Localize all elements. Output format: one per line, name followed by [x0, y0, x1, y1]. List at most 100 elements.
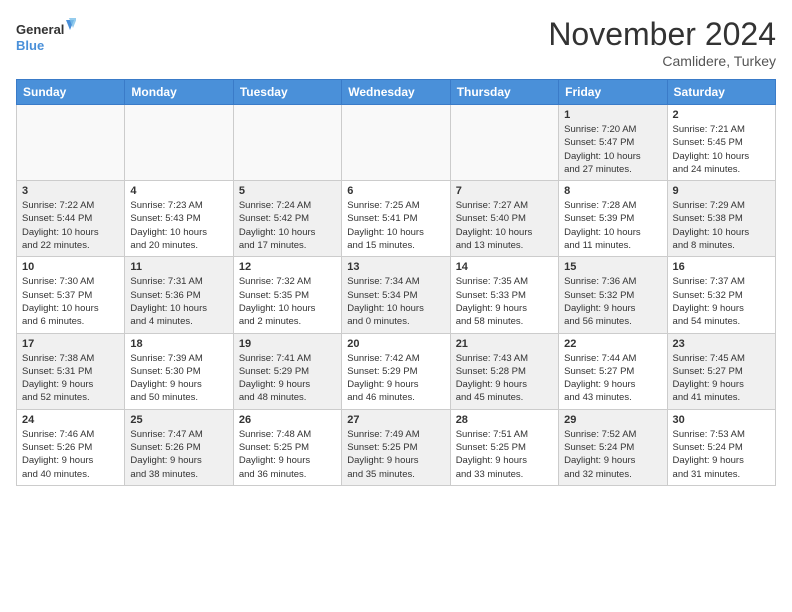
logo: General Blue: [16, 16, 76, 60]
calendar-cell: [342, 105, 450, 181]
calendar-cell: 28Sunrise: 7:51 AM Sunset: 5:25 PM Dayli…: [450, 409, 558, 485]
day-info: Sunrise: 7:24 AM Sunset: 5:42 PM Dayligh…: [239, 199, 336, 252]
calendar-cell: 25 Sunrise: 7:47 AM Sunset: 5:26 PM Dayli…: [125, 409, 233, 485]
dow-header: Friday: [559, 80, 667, 105]
calendar-cell: 29 Sunrise: 7:52 AM Sunset: 5:24 PM Dayli…: [559, 409, 667, 485]
day-info: Sunrise: 7:46 AM Sunset: 5:26 PM Dayligh…: [22, 428, 119, 481]
calendar-cell: 3 Sunrise: 7:22 AM Sunset: 5:44 PM Daylig…: [17, 181, 125, 257]
calendar-cell: 11Sunrise: 7:31 AM Sunset: 5:36 PM Dayli…: [125, 257, 233, 333]
month-title: November 2024: [548, 16, 776, 53]
day-number: 5: [239, 185, 336, 197]
calendar-cell: 19 Sunrise: 7:41 AM Sunset: 5:29 PM Dayli…: [233, 333, 341, 409]
day-info: Sunrise: 7:20 AM Sunset: 5:47 PM Dayligh…: [564, 123, 661, 176]
day-number: 20: [347, 338, 444, 350]
calendar-cell: 21Sunrise: 7:43 AM Sunset: 5:28 PM Dayli…: [450, 333, 558, 409]
calendar-cell: 14 Sunrise: 7:35 AM Sunset: 5:33 PM Dayli…: [450, 257, 558, 333]
dow-header: Monday: [125, 80, 233, 105]
calendar-cell: 15 Sunrise: 7:36 AM Sunset: 5:32 PM Dayli…: [559, 257, 667, 333]
day-info: Sunrise: 7:39 AM Sunset: 5:30 PM Dayligh…: [130, 352, 227, 405]
logo-svg: General Blue: [16, 16, 76, 60]
day-number: 24: [22, 414, 119, 426]
day-number: 6: [347, 185, 444, 197]
day-info: Sunrise: 7:52 AM Sunset: 5:24 PM Dayligh…: [564, 428, 661, 481]
day-info: Sunrise: 7:32 AM Sunset: 5:35 PM Dayligh…: [239, 275, 336, 328]
calendar-cell: 20 Sunrise: 7:42 AM Sunset: 5:29 PM Dayli…: [342, 333, 450, 409]
day-info: Sunrise: 7:22 AM Sunset: 5:44 PM Dayligh…: [22, 199, 119, 252]
day-number: 25: [130, 414, 227, 426]
day-number: 21: [456, 338, 553, 350]
day-info: Sunrise: 7:42 AM Sunset: 5:29 PM Dayligh…: [347, 352, 444, 405]
svg-text:General: General: [16, 22, 64, 37]
calendar-cell: [17, 105, 125, 181]
day-number: 8: [564, 185, 661, 197]
day-number: 17: [22, 338, 119, 350]
day-info: Sunrise: 7:51 AM Sunset: 5:25 PM Dayligh…: [456, 428, 553, 481]
day-info: Sunrise: 7:44 AM Sunset: 5:27 PM Dayligh…: [564, 352, 661, 405]
day-info: Sunrise: 7:48 AM Sunset: 5:25 PM Dayligh…: [239, 428, 336, 481]
calendar-cell: 12 Sunrise: 7:32 AM Sunset: 5:35 PM Dayli…: [233, 257, 341, 333]
day-number: 18: [130, 338, 227, 350]
day-number: 12: [239, 261, 336, 273]
day-info: Sunrise: 7:23 AM Sunset: 5:43 PM Dayligh…: [130, 199, 227, 252]
calendar-cell: 4 Sunrise: 7:23 AM Sunset: 5:43 PM Daylig…: [125, 181, 233, 257]
calendar-cell: 23 Sunrise: 7:45 AM Sunset: 5:27 PM Dayli…: [667, 333, 775, 409]
calendar-cell: 18 Sunrise: 7:39 AM Sunset: 5:30 PM Dayli…: [125, 333, 233, 409]
page-header: General Blue November 2024 Camlidere, Tu…: [16, 16, 776, 69]
day-info: Sunrise: 7:47 AM Sunset: 5:26 PM Dayligh…: [130, 428, 227, 481]
day-info: Sunrise: 7:49 AM Sunset: 5:25 PM Dayligh…: [347, 428, 444, 481]
day-number: 19: [239, 338, 336, 350]
day-number: 3: [22, 185, 119, 197]
day-number: 4: [130, 185, 227, 197]
location: Camlidere, Turkey: [548, 53, 776, 69]
day-info: Sunrise: 7:45 AM Sunset: 5:27 PM Dayligh…: [673, 352, 770, 405]
day-info: Sunrise: 7:25 AM Sunset: 5:41 PM Dayligh…: [347, 199, 444, 252]
day-info: Sunrise: 7:36 AM Sunset: 5:32 PM Dayligh…: [564, 275, 661, 328]
calendar-table: SundayMondayTuesdayWednesdayThursdayFrid…: [16, 79, 776, 486]
day-info: Sunrise: 7:34 AM Sunset: 5:34 PM Dayligh…: [347, 275, 444, 328]
day-number: 1: [564, 109, 661, 121]
calendar-cell: 17 Sunrise: 7:38 AM Sunset: 5:31 PM Dayli…: [17, 333, 125, 409]
calendar-cell: 10 Sunrise: 7:30 AM Sunset: 5:37 PM Dayli…: [17, 257, 125, 333]
day-number: 29: [564, 414, 661, 426]
dow-header: Sunday: [17, 80, 125, 105]
day-number: 11: [130, 261, 227, 273]
dow-header: Wednesday: [342, 80, 450, 105]
calendar-cell: 6 Sunrise: 7:25 AM Sunset: 5:41 PM Daylig…: [342, 181, 450, 257]
calendar-cell: 8 Sunrise: 7:28 AM Sunset: 5:39 PM Daylig…: [559, 181, 667, 257]
day-number: 27: [347, 414, 444, 426]
day-info: Sunrise: 7:38 AM Sunset: 5:31 PM Dayligh…: [22, 352, 119, 405]
day-info: Sunrise: 7:41 AM Sunset: 5:29 PM Dayligh…: [239, 352, 336, 405]
calendar-cell: [233, 105, 341, 181]
calendar-cell: 13 Sunrise: 7:34 AM Sunset: 5:34 PM Dayli…: [342, 257, 450, 333]
calendar-cell: [125, 105, 233, 181]
day-number: 14: [456, 261, 553, 273]
day-number: 9: [673, 185, 770, 197]
calendar-cell: 7Sunrise: 7:27 AM Sunset: 5:40 PM Daylig…: [450, 181, 558, 257]
calendar-cell: [450, 105, 558, 181]
calendar-cell: 24 Sunrise: 7:46 AM Sunset: 5:26 PM Dayli…: [17, 409, 125, 485]
day-info: Sunrise: 7:30 AM Sunset: 5:37 PM Dayligh…: [22, 275, 119, 328]
calendar-cell: 22 Sunrise: 7:44 AM Sunset: 5:27 PM Dayli…: [559, 333, 667, 409]
calendar-cell: 16Sunrise: 7:37 AM Sunset: 5:32 PM Dayli…: [667, 257, 775, 333]
day-number: 15: [564, 261, 661, 273]
svg-text:Blue: Blue: [16, 38, 44, 53]
day-number: 7: [456, 185, 553, 197]
day-number: 26: [239, 414, 336, 426]
calendar-cell: 5 Sunrise: 7:24 AM Sunset: 5:42 PM Daylig…: [233, 181, 341, 257]
calendar-cell: 9Sunrise: 7:29 AM Sunset: 5:38 PM Daylig…: [667, 181, 775, 257]
day-number: 23: [673, 338, 770, 350]
calendar-cell: 27 Sunrise: 7:49 AM Sunset: 5:25 PM Dayli…: [342, 409, 450, 485]
day-number: 10: [22, 261, 119, 273]
day-number: 16: [673, 261, 770, 273]
calendar-cell: 1 Sunrise: 7:20 AM Sunset: 5:47 PM Daylig…: [559, 105, 667, 181]
day-number: 22: [564, 338, 661, 350]
dow-header: Thursday: [450, 80, 558, 105]
dow-header: Saturday: [667, 80, 775, 105]
calendar-cell: 30Sunrise: 7:53 AM Sunset: 5:24 PM Dayli…: [667, 409, 775, 485]
calendar-cell: 2 Sunrise: 7:21 AM Sunset: 5:45 PM Daylig…: [667, 105, 775, 181]
day-info: Sunrise: 7:35 AM Sunset: 5:33 PM Dayligh…: [456, 275, 553, 328]
day-info: Sunrise: 7:21 AM Sunset: 5:45 PM Dayligh…: [673, 123, 770, 176]
day-number: 2: [673, 109, 770, 121]
day-info: Sunrise: 7:28 AM Sunset: 5:39 PM Dayligh…: [564, 199, 661, 252]
day-number: 13: [347, 261, 444, 273]
